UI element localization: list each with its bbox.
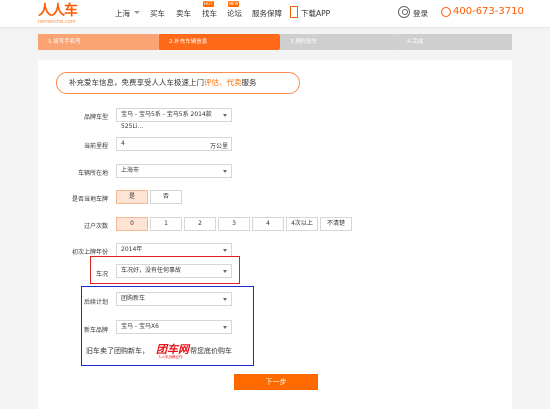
download-app-link[interactable]: 下载APP (301, 8, 330, 19)
transfer-option-3[interactable]: 3 (218, 217, 250, 231)
local-plate-yes[interactable]: 是 (116, 190, 148, 204)
nav-find-car-badge: HOT (203, 1, 214, 7)
condition-select[interactable]: 车况好，没有任何事故 (116, 264, 232, 278)
brand-model-label: 品牌车型 (83, 114, 108, 121)
nav-service[interactable]: 服务保障 (252, 8, 282, 19)
user-icon[interactable] (398, 6, 410, 18)
notice-suffix: 服务 (241, 78, 257, 87)
new-car-brand-value: 宝马 - 宝马X6 (121, 323, 159, 330)
first-reg-year-select[interactable]: 2014年 (116, 243, 232, 257)
transfer-option-more[interactable]: 4次以上 (286, 217, 318, 231)
mileage-label: 当前里程 (83, 143, 108, 150)
mobile-phone-icon[interactable] (290, 6, 298, 18)
promo-text-before: 旧车卖了团购新车， (86, 347, 149, 355)
phone-icon (441, 7, 451, 17)
condition-label: 车况 (95, 271, 108, 278)
step-car-info: 2.补充车辆信息 (159, 34, 279, 50)
chevron-down-icon (223, 326, 227, 329)
brand-model-select[interactable]: 宝马 - 宝马5系 - 宝马5系 2014款 525Li... (116, 108, 232, 130)
location-value: 上海市 (121, 167, 140, 174)
tuanche-logo-sub: 人人车战略合作 (158, 355, 183, 359)
car-info-form: 补充爱车信息，免费享受人人车极速上门评估、代卖服务 品牌车型 宝马 - 宝马5系… (38, 60, 512, 409)
chevron-down-icon (223, 298, 227, 301)
step-phone: 1.填写手机号 (38, 34, 158, 50)
chevron-down-icon (223, 114, 227, 117)
chevron-down-icon[interactable] (134, 11, 140, 14)
transfer-option-0[interactable]: 0 (116, 217, 148, 231)
nav-buy-car[interactable]: 买车 (150, 8, 165, 19)
city-selector[interactable]: 上海 (115, 8, 130, 19)
nav-forum-badge: NEW (228, 1, 240, 7)
chevron-down-icon (223, 270, 227, 273)
notice-text: 补充爱车信息，免费享受人人车极速上门 (69, 78, 204, 87)
hotline-number: 400-673-3710 (453, 6, 524, 17)
next-step-button[interactable]: 下一步 (234, 374, 318, 390)
new-car-brand-select[interactable]: 宝马 - 宝马X6 (116, 320, 232, 334)
local-plate-label: 是否当地车牌 (71, 196, 108, 203)
progress-steps: 1.填写手机号 2.补充车辆信息 3.预约验车 4.完成 (38, 34, 512, 50)
notice-banner: 补充爱车信息，免费享受人人车极速上门评估、代卖服务 (56, 72, 300, 94)
logo-domain: renrenche.com (38, 19, 76, 25)
notice-highlight: 评估、代卖 (204, 78, 242, 87)
top-navbar: 人人车 renrenche.com 上海 买车 卖车 找车 HOT 论坛 NEW… (0, 0, 550, 28)
login-link[interactable]: 登录 (413, 8, 428, 19)
location-label: 车辆所在地 (77, 170, 108, 177)
location-select[interactable]: 上海市 (116, 164, 232, 178)
site-logo[interactable]: 人人车 renrenche.com (38, 3, 98, 25)
transfer-count-label: 过户次数 (83, 223, 108, 230)
transfer-option-unknown[interactable]: 不清楚 (320, 217, 352, 231)
promo-text-after: 帮您底价购车 (190, 347, 232, 355)
transfer-option-1[interactable]: 1 (150, 217, 182, 231)
condition-value: 车况好，没有任何事故 (121, 267, 182, 274)
first-reg-year-value: 2014年 (121, 246, 143, 253)
follow-up-plan-value: 团购新车 (121, 295, 146, 302)
nav-sell-car[interactable]: 卖车 (176, 8, 191, 19)
step-done: 4.完成 (397, 34, 512, 50)
nav-forum[interactable]: 论坛 (227, 8, 242, 19)
transfer-option-2[interactable]: 2 (184, 217, 216, 231)
mileage-unit: 万公里 (210, 143, 229, 150)
chevron-down-icon (223, 249, 227, 252)
brand-model-value: 宝马 - 宝马5系 - 宝马5系 2014款 525Li... (121, 111, 212, 130)
chevron-down-icon (223, 170, 227, 173)
logo-text: 人人车 (38, 3, 78, 19)
first-reg-year-label: 初次上牌年份 (71, 249, 108, 256)
follow-up-plan-label: 后续计划 (83, 299, 108, 306)
new-car-brand-label: 新车品牌 (83, 327, 108, 334)
step-inspection: 3.预约验车 (280, 34, 396, 50)
local-plate-no[interactable]: 否 (150, 190, 182, 204)
transfer-option-4[interactable]: 4 (252, 217, 284, 231)
nav-find-car[interactable]: 找车 (202, 8, 217, 19)
follow-up-plan-select[interactable]: 团购新车 (116, 292, 232, 306)
